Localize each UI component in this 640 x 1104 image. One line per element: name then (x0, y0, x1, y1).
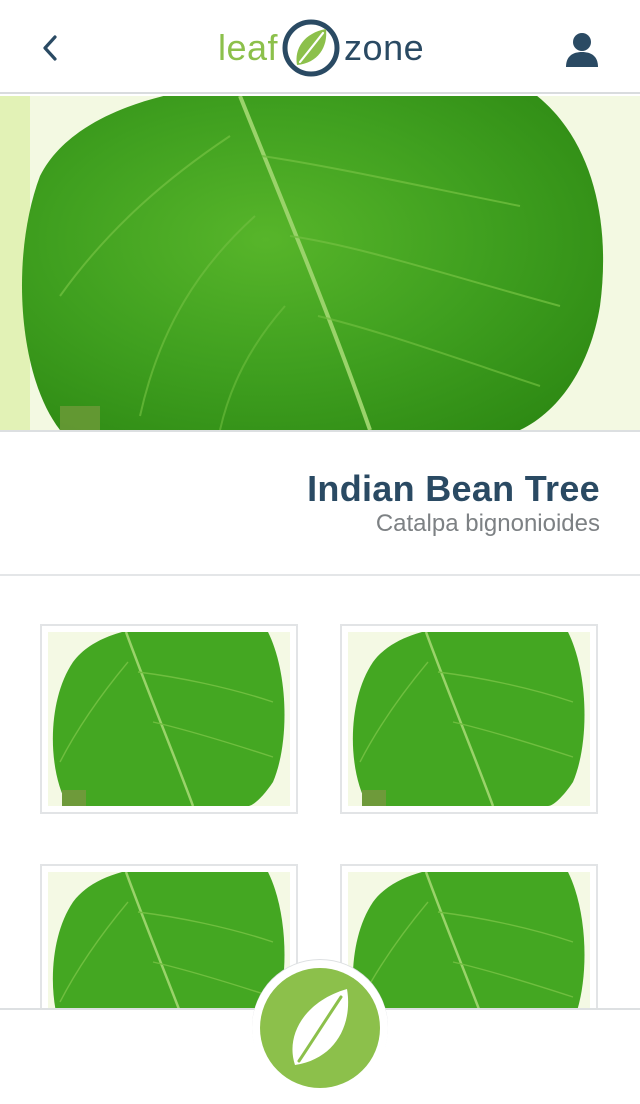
leaf-photo (48, 872, 290, 1010)
gallery-thumbnail[interactable] (40, 864, 298, 1010)
app-header: leaf zone (0, 0, 640, 94)
plant-hero-image (0, 96, 640, 430)
user-icon (566, 33, 598, 67)
gallery-thumbnail[interactable] (340, 864, 598, 1010)
leaf-photo (48, 632, 290, 806)
leaf-photo (348, 872, 590, 1010)
identify-leaf-button[interactable] (260, 968, 380, 1088)
logo-word-leaf: leaf (218, 27, 279, 68)
leaf-photo (0, 96, 640, 430)
profile-button[interactable] (560, 28, 604, 72)
gallery-thumbnail[interactable] (40, 624, 298, 814)
photo-gallery (0, 576, 640, 1010)
logo-leaf-icon (282, 19, 340, 77)
back-button[interactable] (30, 28, 70, 68)
leaf-icon (292, 989, 349, 1065)
plant-info: Indian Bean Tree Catalpa bignonioides (0, 432, 640, 574)
chevron-left-icon (43, 35, 57, 61)
gallery-thumbnail[interactable] (340, 624, 598, 814)
leaf-photo (348, 632, 590, 806)
plant-common-name: Indian Bean Tree (307, 468, 600, 509)
app-logo: leaf zone (218, 16, 424, 80)
logo-word-zone: zone (344, 27, 425, 68)
plant-scientific-name: Catalpa bignonioides (375, 510, 600, 537)
